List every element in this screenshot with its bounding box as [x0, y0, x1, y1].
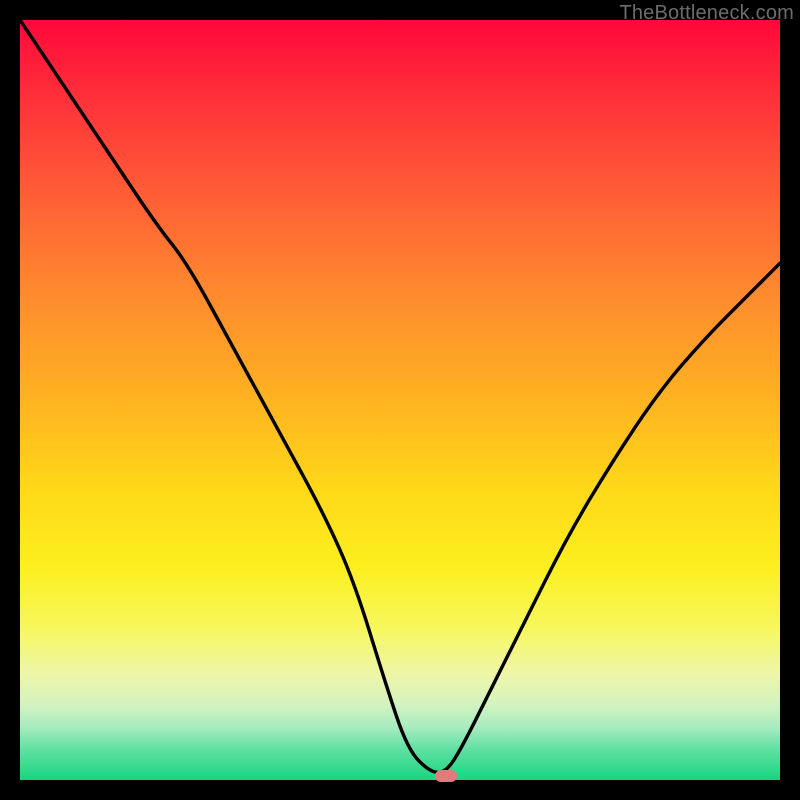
plot-area [20, 20, 780, 780]
optimal-point-marker [435, 770, 457, 782]
curve-path [20, 20, 780, 772]
chart-frame: TheBottleneck.com [0, 0, 800, 800]
watermark-text: TheBottleneck.com [619, 2, 794, 25]
bottleneck-curve [20, 20, 780, 780]
